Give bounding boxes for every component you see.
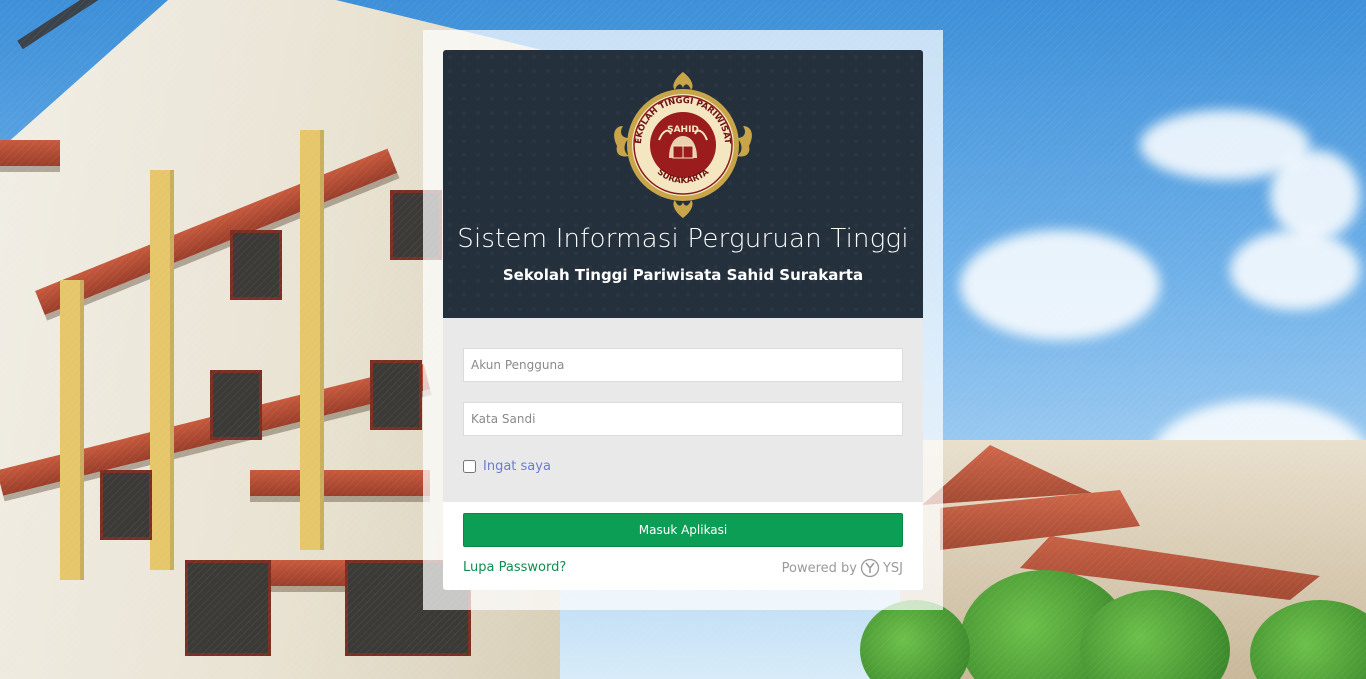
forgot-password-link[interactable]: Lupa Password? [463, 560, 566, 575]
username-input[interactable] [463, 348, 903, 382]
ysj-logo-icon [860, 558, 880, 578]
powered-by: Powered by YSJ [782, 558, 903, 578]
login-button[interactable]: Masuk Aplikasi [463, 513, 903, 547]
institution-name: Sekolah Tinggi Pariwisata Sahid Surakart… [502, 266, 864, 284]
login-footer: Masuk Aplikasi Lupa Password? Powered by… [443, 502, 923, 590]
password-input[interactable] [463, 402, 903, 436]
stp-sahid-logo: SEKOLAH TINGGI PARIWISATA SAHID SURAKART… [609, 70, 752, 218]
login-form: Ingat saya [443, 318, 923, 502]
powered-by-name: YSJ [882, 560, 903, 576]
logo-text-middle: SAHID [667, 125, 699, 135]
remember-me[interactable]: Ingat saya [463, 459, 551, 474]
login-card: SEKOLAH TINGGI PARIWISATA SAHID SURAKART… [443, 50, 923, 590]
app-title: Sistem Informasi Perguruan Tinggi [457, 224, 909, 254]
login-header: SEKOLAH TINGGI PARIWISATA SAHID SURAKART… [443, 50, 923, 318]
remember-me-checkbox[interactable] [463, 460, 476, 473]
remember-me-label[interactable]: Ingat saya [483, 459, 551, 474]
powered-by-label: Powered by [781, 560, 857, 576]
